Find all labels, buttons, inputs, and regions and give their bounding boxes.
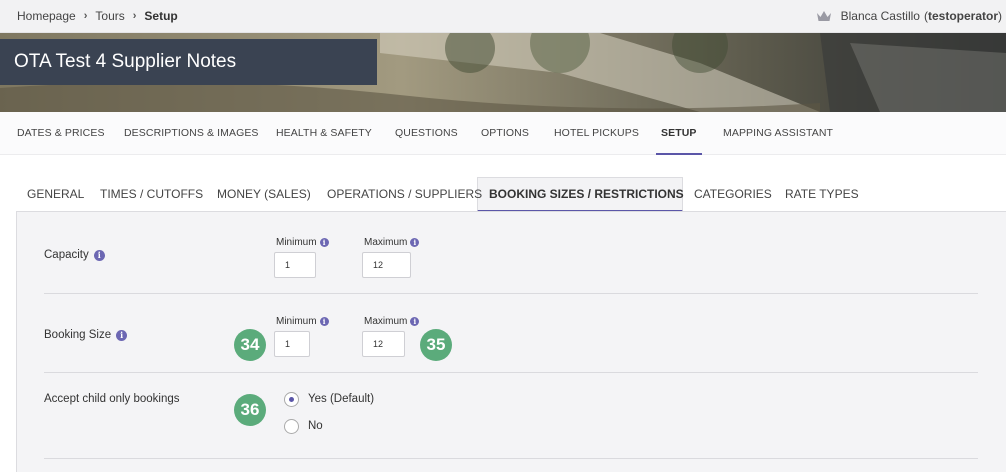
- step-badge-35: 35: [420, 329, 452, 361]
- subtab-times-cutoffs[interactable]: TIMES / CUTOFFS: [100, 187, 203, 201]
- page-title-box: OTA Test 4 Supplier Notes: [0, 39, 377, 85]
- settings-panel: [16, 211, 1006, 472]
- capacity-label-text: Capacity: [44, 249, 89, 261]
- tab-mapping-assistant[interactable]: MAPPING ASSISTANT: [723, 127, 833, 139]
- divider: [44, 293, 978, 294]
- booking-size-min-label: Minimum i: [276, 316, 329, 327]
- divider: [44, 372, 978, 373]
- info-icon[interactable]: i: [410, 317, 420, 326]
- page-title: OTA Test 4 Supplier Notes: [14, 51, 237, 72]
- booking-size-max-label-text: Maximum: [364, 316, 408, 327]
- info-icon[interactable]: i: [116, 329, 128, 341]
- breadcrumb: Homepage › Tours › Setup: [17, 9, 178, 23]
- booking-size-min-input[interactable]: 1: [274, 331, 310, 357]
- capacity-min-input[interactable]: 1: [274, 252, 316, 278]
- booking-size-max-input[interactable]: 12: [362, 331, 405, 357]
- subtab-categories[interactable]: CATEGORIES: [694, 187, 772, 201]
- chevron-right-icon: ›: [132, 10, 137, 22]
- radio-yes-label[interactable]: Yes (Default): [308, 393, 374, 405]
- tab-descriptions-images[interactable]: DESCRIPTIONS & IMAGES: [124, 127, 259, 139]
- main-tabs: DATES & PRICES DESCRIPTIONS & IMAGES HEA…: [0, 112, 1006, 155]
- user-username: testoperator: [927, 9, 998, 23]
- capacity-max-label-text: Maximum: [364, 237, 408, 248]
- info-icon[interactable]: i: [93, 249, 105, 261]
- breadcrumb-tours[interactable]: Tours: [95, 9, 124, 23]
- subtab-operations-suppliers[interactable]: OPERATIONS / SUPPLIERS: [327, 187, 482, 201]
- booking-size-min-label-text: Minimum: [276, 316, 317, 327]
- tab-questions[interactable]: QUESTIONS: [395, 127, 458, 139]
- subtab-money-sales[interactable]: MONEY (SALES): [217, 187, 311, 201]
- top-bar: Homepage › Tours › Setup Blanca Castillo…: [0, 0, 1006, 33]
- subtab-booking-sizes-restrictions[interactable]: BOOKING SIZES / RESTRICTIONS: [489, 187, 684, 201]
- booking-size-max-label: Maximum i: [364, 316, 420, 327]
- info-icon[interactable]: i: [319, 238, 329, 247]
- radio-no[interactable]: [284, 419, 299, 434]
- tour-banner-image: OTA Test 4 Supplier Notes: [0, 33, 1006, 112]
- breadcrumb-homepage[interactable]: Homepage: [17, 9, 76, 23]
- divider: [44, 458, 978, 459]
- chevron-right-icon: ›: [83, 10, 88, 22]
- user-name: Blanca Castillo: [840, 9, 920, 23]
- step-badge-36: 36: [234, 394, 266, 426]
- booking-size-label: Booking Size i: [44, 329, 128, 341]
- crown-icon: [816, 11, 831, 21]
- user-menu[interactable]: Blanca Castillo (testoperator): [816, 9, 1002, 23]
- breadcrumb-setup: Setup: [144, 9, 178, 23]
- capacity-min-label: Minimum i: [276, 237, 329, 248]
- subtab-rate-types[interactable]: RATE TYPES: [785, 187, 859, 201]
- active-tab-indicator: [656, 153, 702, 155]
- user-username-wrap: (testoperator): [923, 9, 1002, 23]
- step-badge-34: 34: [234, 329, 266, 361]
- info-icon[interactable]: i: [410, 238, 420, 247]
- tab-dates-prices[interactable]: DATES & PRICES: [17, 127, 105, 139]
- radio-no-label[interactable]: No: [308, 420, 323, 432]
- capacity-max-input[interactable]: 12: [362, 252, 411, 278]
- tab-health-safety[interactable]: HEALTH & SAFETY: [276, 127, 372, 139]
- subtab-general[interactable]: GENERAL: [27, 187, 84, 201]
- tab-setup[interactable]: SETUP: [661, 127, 697, 139]
- capacity-max-label: Maximum i: [364, 237, 420, 248]
- info-icon[interactable]: i: [319, 317, 329, 326]
- child-only-label-text: Accept child only bookings: [44, 393, 180, 405]
- capacity-min-label-text: Minimum: [276, 237, 317, 248]
- tab-options[interactable]: OPTIONS: [481, 127, 529, 139]
- capacity-label: Capacity i: [44, 249, 105, 261]
- tab-hotel-pickups[interactable]: HOTEL PICKUPS: [554, 127, 639, 139]
- radio-yes[interactable]: [284, 392, 299, 407]
- child-only-label: Accept child only bookings: [44, 393, 180, 405]
- booking-size-label-text: Booking Size: [44, 329, 112, 341]
